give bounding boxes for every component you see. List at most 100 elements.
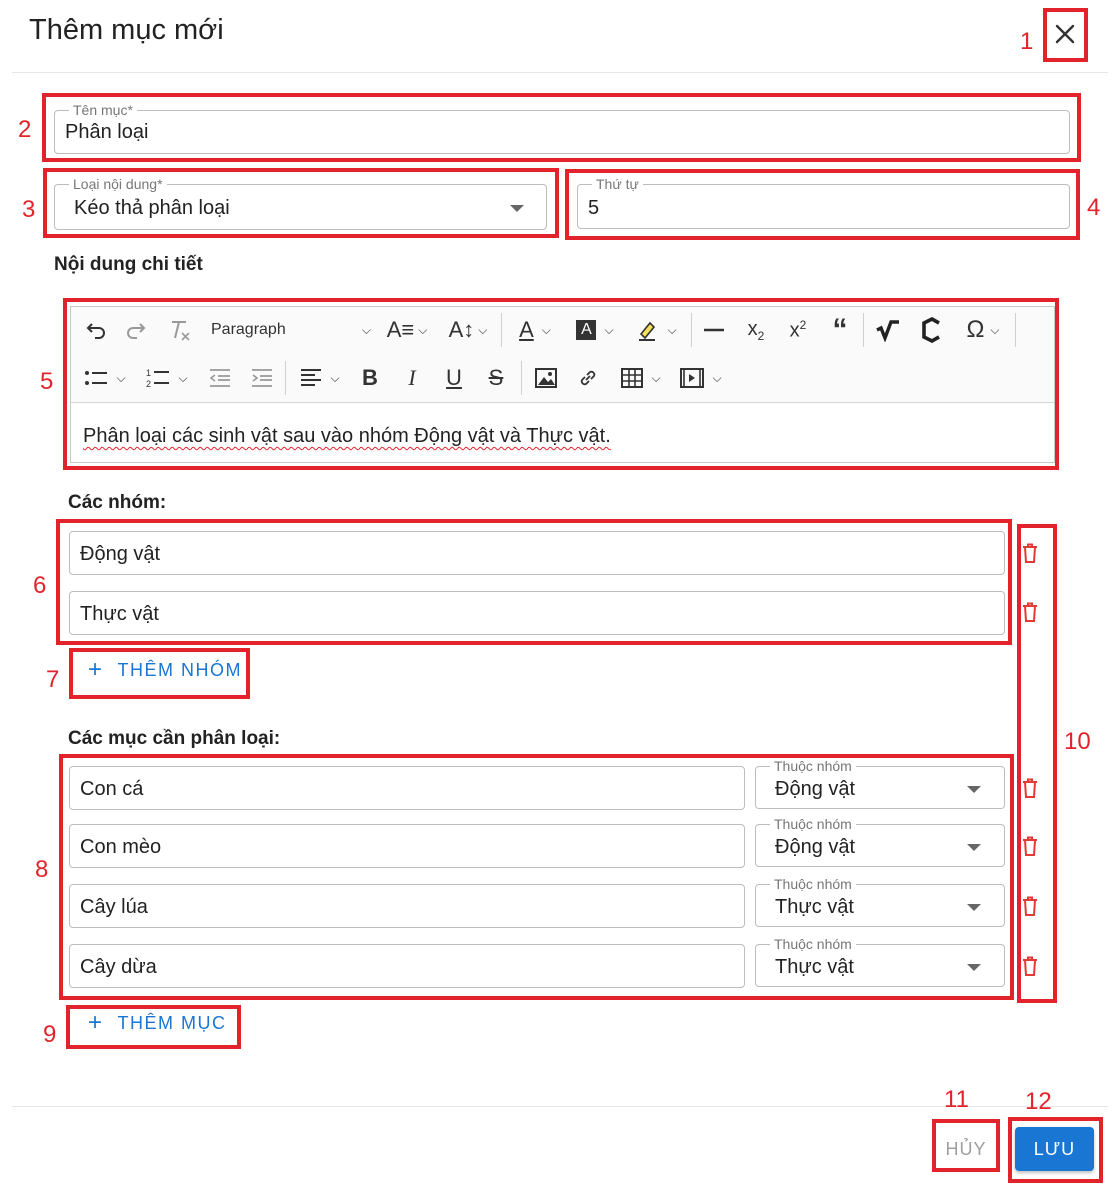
add-group-button[interactable]: + THÊM NHÓM	[88, 658, 242, 682]
line-height-icon: A↕	[448, 317, 475, 342]
font-color-icon: A	[519, 317, 534, 342]
image-icon	[535, 368, 557, 388]
undo-button[interactable]	[81, 315, 111, 345]
chevron-down-icon: ⌵	[330, 370, 340, 385]
italic-icon: I	[408, 365, 416, 390]
group-input[interactable]: Động vật	[69, 531, 1005, 575]
item-name-input[interactable]: Cây dừa	[69, 944, 745, 988]
order-label: Thứ tự	[592, 176, 643, 192]
bulleted-list-button[interactable]: ⌵	[79, 363, 131, 393]
math-formula-button[interactable]	[871, 315, 905, 345]
chevron-down-icon	[967, 844, 981, 851]
redo-icon	[127, 323, 146, 339]
line-height-button[interactable]: A↕ ⌵	[443, 315, 493, 345]
special-character-button[interactable]: Ω ⌵	[957, 315, 1009, 345]
background-color-icon: A	[576, 320, 597, 340]
redo-button[interactable]	[121, 315, 151, 345]
bold-button[interactable]: B	[355, 363, 385, 393]
outdent-button[interactable]	[205, 363, 235, 393]
clear-format-button[interactable]	[165, 315, 195, 345]
numbered-list-icon: 12	[146, 368, 170, 389]
editor-content[interactable]: Phân loại các sinh vật sau vào nhóm Động…	[83, 425, 611, 448]
svg-text:1: 1	[146, 368, 151, 378]
trash-icon[interactable]	[1022, 896, 1038, 916]
chevron-down-icon: ⌵	[667, 322, 677, 337]
trash-icon[interactable]	[1022, 602, 1038, 622]
link-icon	[580, 370, 596, 386]
add-group-label: THÊM NHÓM	[117, 659, 243, 680]
font-size-button[interactable]: A≡ ⌵	[383, 315, 431, 345]
toolbar-separator	[1015, 313, 1016, 347]
item-group-value: Thực vật	[775, 896, 854, 918]
header-divider	[12, 72, 1108, 73]
add-item-label: THÊM MỤC	[117, 1012, 227, 1033]
item-group-select[interactable]: Thuộc nhóm Động vật	[755, 816, 1005, 867]
item-name-value: Cây lúa	[80, 896, 148, 918]
subscript-button[interactable]: x2	[741, 315, 771, 345]
annotation-number: 2	[18, 116, 32, 143]
chemistry-button[interactable]	[915, 315, 949, 345]
superscript-button[interactable]: x2	[783, 315, 813, 345]
paragraph-style-dropdown[interactable]: Paragraph ⌵	[211, 315, 371, 345]
order-field[interactable]: Thứ tự 5	[577, 176, 1070, 229]
paragraph-style-label: Paragraph	[211, 321, 286, 338]
outdent-icon	[209, 369, 230, 387]
insert-image-button[interactable]	[531, 363, 561, 393]
blockquote-button[interactable]: “	[825, 313, 855, 346]
save-button[interactable]: LƯU	[1015, 1127, 1094, 1171]
horizontal-line-button[interactable]	[699, 315, 729, 345]
trash-icon[interactable]	[1022, 543, 1038, 563]
item-name-input[interactable]: Cây lúa	[69, 884, 745, 928]
close-button[interactable]	[1046, 14, 1084, 54]
strikethrough-button[interactable]: S	[481, 363, 511, 393]
annotation-number: 9	[43, 1021, 57, 1048]
insert-media-button[interactable]: ⌵	[675, 363, 727, 393]
bold-icon: B	[362, 365, 378, 390]
item-name-value: Cây dừa	[80, 956, 157, 978]
toolbar-separator	[863, 313, 864, 347]
item-group-value: Động vật	[775, 836, 856, 858]
insert-table-button[interactable]: ⌵	[615, 363, 667, 393]
italic-button[interactable]: I	[397, 363, 427, 393]
item-group-label: Thuộc nhóm	[770, 816, 856, 832]
item-name-field[interactable]: Tên mục* Phân loại	[54, 102, 1070, 154]
annotation-number: 3	[22, 196, 36, 223]
indent-button[interactable]	[247, 363, 277, 393]
item-name-input[interactable]: Con cá	[69, 766, 745, 810]
cancel-button[interactable]: HỦY	[940, 1130, 992, 1168]
item-name-value: Con mèo	[80, 836, 162, 858]
close-icon	[1055, 24, 1075, 44]
chevron-down-icon: ⌵	[651, 370, 661, 385]
group-value: Động vật	[80, 543, 161, 565]
rich-text-editor: Paragraph ⌵ A≡⌵ A↕⌵ A⌵ A⌵ ⌵ x2 x2 “	[70, 306, 1055, 463]
font-size-icon: A≡	[386, 317, 415, 342]
item-name-input[interactable]: Con mèo	[69, 824, 745, 868]
chevron-down-icon: ⌵	[361, 322, 371, 337]
item-group-select[interactable]: Thuộc nhóm Thực vật	[755, 876, 1005, 927]
group-value: Thực vật	[80, 603, 159, 625]
numbered-list-button[interactable]: 1 2 ⌵	[141, 363, 193, 393]
trash-icon[interactable]	[1022, 956, 1038, 976]
highlight-button[interactable]: ⌵	[631, 315, 681, 345]
item-group-select[interactable]: Thuộc nhóm Động vật	[755, 758, 1005, 809]
trash-icon[interactable]	[1022, 778, 1038, 798]
align-button[interactable]: ⌵	[295, 363, 345, 393]
add-item-button[interactable]: + THÊM MỤC	[88, 1011, 227, 1035]
group-input[interactable]: Thực vật	[69, 591, 1005, 635]
clear-format-icon	[172, 321, 190, 341]
font-color-button[interactable]: A ⌵	[511, 315, 559, 345]
indent-icon	[252, 369, 272, 387]
trash-icon[interactable]	[1022, 836, 1038, 856]
horizontal-line-icon	[704, 328, 724, 332]
annotation-number: 10	[1064, 728, 1091, 755]
plus-icon: +	[88, 656, 104, 683]
underline-button[interactable]: U	[439, 363, 469, 393]
item-group-value: Thực vật	[775, 956, 854, 978]
content-type-select[interactable]: Loại nội dung* Kéo thả phân loại	[54, 176, 547, 230]
item-group-select[interactable]: Thuộc nhóm Thực vật	[755, 936, 1005, 987]
chevron-down-icon	[967, 904, 981, 911]
insert-link-button[interactable]	[573, 363, 603, 393]
background-color-button[interactable]: A ⌵	[571, 315, 619, 345]
chevron-down-icon: ⌵	[116, 370, 126, 385]
item-group-label: Thuộc nhóm	[770, 936, 856, 952]
